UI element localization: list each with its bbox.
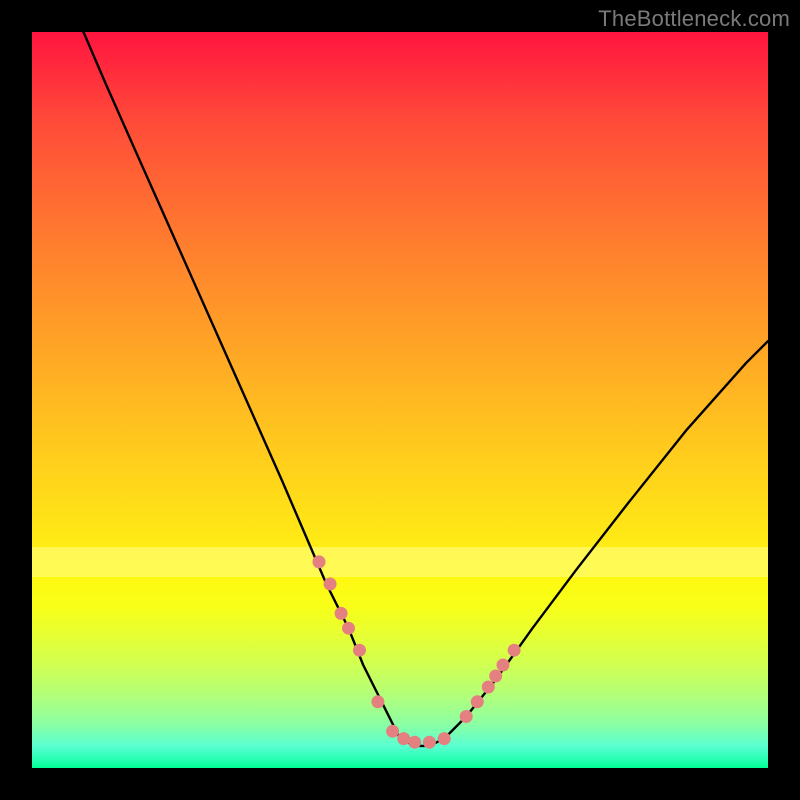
bottleneck-curve [84, 32, 769, 746]
marker-dot [353, 644, 366, 657]
marker-dot [497, 659, 510, 672]
marker-dot [324, 578, 337, 591]
marker-dot [397, 732, 410, 745]
plot-area [32, 32, 768, 768]
marker-dot [313, 555, 326, 568]
marker-dot [386, 725, 399, 738]
marker-dot [489, 670, 502, 683]
curve-layer [32, 32, 768, 768]
marker-dot [371, 695, 384, 708]
chart-frame: TheBottleneck.com [0, 0, 800, 800]
marker-dot [408, 736, 421, 749]
marker-dot [342, 622, 355, 635]
marker-dot [335, 607, 348, 620]
marker-dot [438, 732, 451, 745]
marker-dot [471, 695, 484, 708]
marker-dot [508, 644, 521, 657]
marker-dot [482, 681, 495, 694]
highlighted-points [313, 555, 521, 748]
watermark-text: TheBottleneck.com [598, 6, 790, 32]
marker-dot [423, 736, 436, 749]
marker-dot [460, 710, 473, 723]
